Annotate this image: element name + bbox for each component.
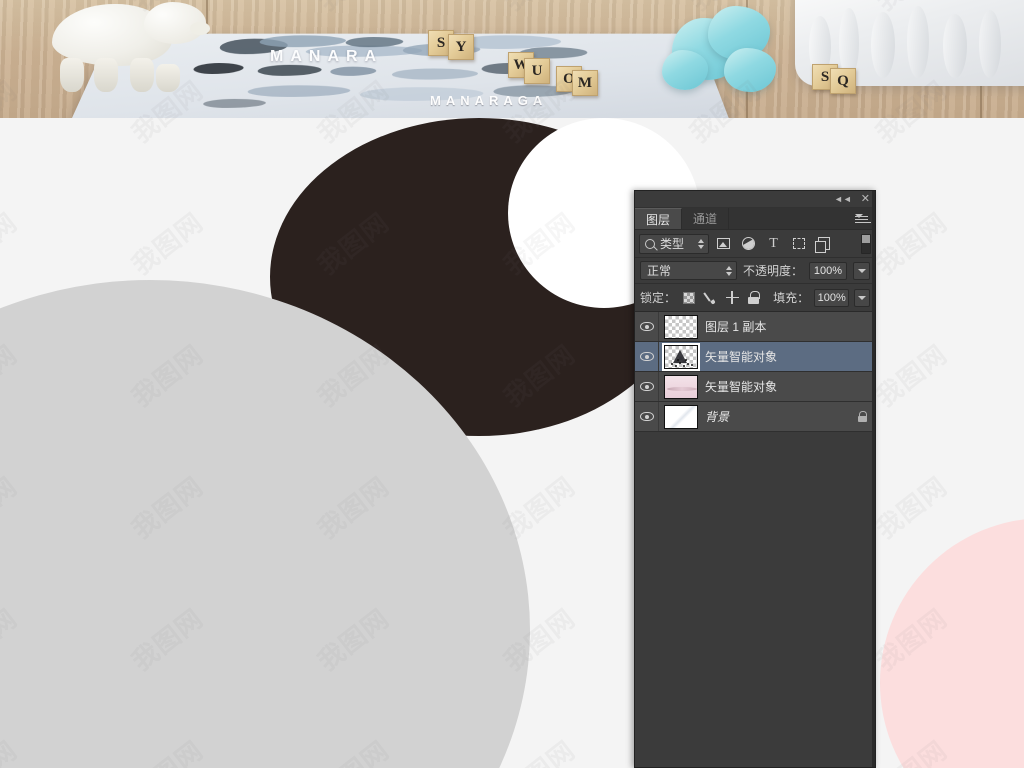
search-icon xyxy=(645,238,655,249)
eye-icon xyxy=(639,412,654,421)
lock-label: 锁定： xyxy=(640,291,677,305)
letter-block: Q xyxy=(830,68,856,94)
layer-visibility-toggle[interactable] xyxy=(635,372,659,401)
opacity-dropdown-icon[interactable] xyxy=(853,261,870,280)
letter-block: M xyxy=(572,70,598,96)
filter-kind-select[interactable]: 类型 xyxy=(639,233,709,254)
pink-circle-shape xyxy=(880,518,1024,768)
lock-row[interactable]: 锁定： 填充： 100% xyxy=(635,284,875,312)
layer-visibility-toggle[interactable] xyxy=(635,342,659,371)
layer-visibility-toggle[interactable] xyxy=(635,402,659,431)
watermark-text: 我图网 xyxy=(870,207,953,281)
tab-layers[interactable]: 图层 xyxy=(635,208,683,229)
layer-thumbnail[interactable] xyxy=(664,374,698,399)
layer-thumbnail-cell[interactable] xyxy=(659,314,703,339)
layer-list-empty-area xyxy=(635,432,875,767)
smart-object-filter-icon[interactable] xyxy=(813,233,834,254)
layer-row[interactable]: 背景 xyxy=(635,402,875,432)
layer-thumbnail-cell[interactable] xyxy=(659,374,703,399)
opacity-input[interactable]: 100% xyxy=(809,261,847,280)
pixel-layer-filter-icon[interactable] xyxy=(713,233,734,254)
blend-mode-select[interactable]: 正常 xyxy=(640,261,737,280)
shape-layer-filter-icon[interactable] xyxy=(788,233,809,254)
layer-row[interactable]: 矢量智能对象 xyxy=(635,342,875,372)
watermark-text: 我图网 xyxy=(870,471,953,545)
layer-row[interactable]: 图层 1 副本 xyxy=(635,312,875,342)
watermark-text: 我图网 xyxy=(0,207,23,281)
type-layer-filter-icon[interactable]: T xyxy=(763,233,784,254)
layer-thumbnail-cell[interactable] xyxy=(659,404,703,429)
blend-mode-row[interactable]: 正常 不透明度： 100% xyxy=(635,258,875,284)
polar-bear-figurine xyxy=(52,0,210,92)
opacity-label: 不透明度： xyxy=(742,264,803,278)
blend-mode-value: 正常 xyxy=(647,264,672,278)
tab-layers-label: 图层 xyxy=(646,212,671,227)
layers-panel[interactable]: ◄◄ ✕ 图层 通道 类型 T 正常 不透明度： 100% 锁定： 填充： 10… xyxy=(634,190,876,768)
collapse-panel-icon[interactable]: ◄◄ xyxy=(834,194,852,204)
eye-icon xyxy=(639,382,654,391)
rug-map-text-secondary: MANARA xyxy=(270,48,384,65)
panel-menu-icon[interactable] xyxy=(855,212,871,226)
tab-channels[interactable]: 通道 xyxy=(682,208,730,229)
filter-enable-toggle[interactable] xyxy=(861,233,871,254)
layer-name[interactable]: 图层 1 副本 xyxy=(703,318,849,335)
watermark-text: 我图网 xyxy=(870,339,953,413)
layer-filter-row[interactable]: 类型 T xyxy=(635,230,875,258)
lock-position-icon[interactable] xyxy=(724,289,741,307)
fill-label: 填充： xyxy=(773,291,810,305)
layer-thumbnail-cell[interactable] xyxy=(659,342,703,371)
layer-name[interactable]: 背景 xyxy=(703,408,849,425)
adjustment-layer-filter-icon[interactable] xyxy=(738,233,759,254)
panel-titlebar: ◄◄ ✕ xyxy=(635,191,875,208)
star-pillow xyxy=(662,4,792,92)
layer-list[interactable]: 图层 1 副本 矢量智能对象 矢量智能对象 背景 xyxy=(635,312,875,432)
fill-dropdown-icon[interactable] xyxy=(854,288,870,307)
panel-scrollbar[interactable] xyxy=(872,191,875,767)
layer-thumbnail[interactable] xyxy=(664,404,698,429)
layer-thumbnail[interactable] xyxy=(662,342,700,371)
chevron-updown-icon[interactable] xyxy=(698,238,704,249)
letter-block: U xyxy=(524,58,550,84)
layer-name[interactable]: 矢量智能对象 xyxy=(703,348,849,365)
layer-name[interactable]: 矢量智能对象 xyxy=(703,378,849,395)
eye-icon xyxy=(639,352,654,361)
lock-icon xyxy=(857,411,868,422)
lock-transparent-pixels-icon[interactable] xyxy=(681,289,698,307)
layer-visibility-toggle[interactable] xyxy=(635,312,659,341)
chevron-updown-icon[interactable] xyxy=(725,265,732,276)
layer-row[interactable]: 矢量智能对象 xyxy=(635,372,875,402)
eye-icon xyxy=(639,322,654,331)
panel-tab-bar[interactable]: 图层 通道 xyxy=(635,208,875,230)
filter-kind-label: 类型 xyxy=(660,237,685,251)
rug-map-text: MANARAGA xyxy=(430,93,548,108)
watermark-text: 我图网 xyxy=(126,207,209,281)
lock-all-icon[interactable] xyxy=(746,289,763,307)
layer-thumbnail[interactable] xyxy=(664,314,698,339)
fill-input[interactable]: 100% xyxy=(814,288,850,307)
tab-channels-label: 通道 xyxy=(693,212,718,226)
lock-image-pixels-icon[interactable] xyxy=(703,289,720,307)
close-panel-icon[interactable]: ✕ xyxy=(861,193,870,205)
letter-block: Y xyxy=(448,34,474,60)
photo-strip: MANARA MANARAGA SYWUOMSQ xyxy=(0,0,1024,118)
